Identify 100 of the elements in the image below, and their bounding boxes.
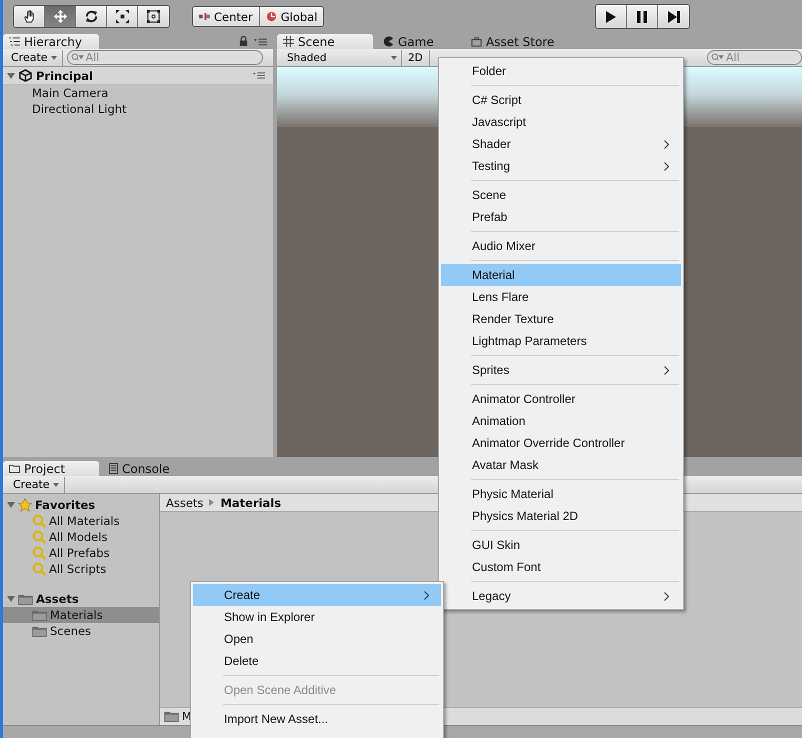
hand-icon [22,9,36,24]
menu-item[interactable]: Testing [441,155,681,177]
tree-item[interactable]: All Models [3,529,159,545]
pivot-icon [199,12,210,21]
menu-item[interactable]: Legacy [441,585,681,607]
menu-item[interactable]: Javascript [441,111,681,133]
shading-dropdown[interactable]: Shaded [277,50,402,66]
search-field[interactable]: All [66,50,263,65]
menu-item[interactable]: Animator Controller [441,388,681,410]
breadcrumb-item[interactable]: Materials [220,496,282,510]
step-icon [666,10,681,24]
chevron-right-icon [664,162,669,170]
search-icon [32,514,46,528]
menu-item[interactable]: C# Script [441,89,681,111]
pause-icon [636,10,648,24]
lock-icon[interactable] [239,36,248,46]
tree-item[interactable]: Materials [3,607,159,623]
menu-item[interactable]: Material [441,264,681,286]
chevron-right-icon [664,592,669,600]
folder-icon [164,711,179,722]
menu-icon[interactable] [254,38,267,46]
hierarchy-item[interactable]: Directional Light [3,101,273,117]
caret-icon [391,56,397,60]
folder-icon [9,464,20,473]
menu-item[interactable]: Custom Font [441,556,681,578]
chevron-right-icon [664,366,669,374]
menu-item[interactable]: Folder [441,60,681,82]
step-button[interactable] [658,5,690,28]
search-icon [32,546,46,560]
pause-button[interactable] [627,5,658,28]
rotate-tool-button[interactable] [76,6,107,27]
project-tab[interactable]: Project [3,461,99,476]
tree-item[interactable]: All Materials [3,513,159,529]
hierarchy-tab[interactable]: Hierarchy [3,34,99,49]
game-tab[interactable]: Game [375,34,461,49]
menu-item[interactable]: Render Texture [441,308,681,330]
expand-arrow-icon[interactable] [7,72,15,80]
menu-item[interactable]: GUI Skin [441,534,681,556]
play-icon [605,10,618,24]
unity-scene-icon [19,69,32,82]
folder-icon [32,610,47,620]
breadcrumb-item[interactable]: Assets [166,496,204,510]
rect-tool-button[interactable] [138,6,169,27]
search-icon [32,562,46,576]
menu-icon[interactable] [253,72,265,79]
tree-item[interactable]: All Prefabs [3,545,159,561]
menu-item[interactable]: Lightmap Parameters [441,330,681,352]
bag-icon [471,36,482,47]
pivot-toggle-button[interactable]: Center [193,7,260,26]
create-dropdown[interactable]: Create [9,476,65,492]
folder-icon [32,626,47,636]
tree-item[interactable]: All Scripts [3,561,159,577]
menu-item[interactable]: Physic Material [441,483,681,505]
tree-group-label[interactable]: Assets [36,592,79,606]
menu-item[interactable]: Sprites [441,359,681,381]
menu-item[interactable]: Physics Material 2D [441,505,681,527]
scene-name[interactable]: Principal [36,68,93,82]
move-arrows-icon [52,9,68,24]
console-tab[interactable]: Console [101,461,187,476]
store-tab[interactable]: Asset Store [463,34,562,49]
rotate-icon [84,9,98,24]
arrow-icon [209,499,214,506]
caret-icon [50,56,57,60]
global-toggle-button[interactable]: Global [260,7,324,26]
scene-tab[interactable]: Scene [277,34,373,49]
2d-toggle-button[interactable]: 2D [402,50,430,66]
menu-item[interactable]: Import New Asset... [193,708,441,730]
expand-arrow-icon[interactable] [7,501,15,509]
menu-item[interactable]: Audio Mixer [441,235,681,257]
scale-icon [114,9,130,24]
move-tool-button[interactable] [45,6,76,27]
list-icon [9,37,20,46]
menu-item[interactable]: Prefab [441,206,681,228]
tree-group-label[interactable]: Favorites [35,498,96,512]
hand-tool-button[interactable] [14,6,45,27]
document-icon [109,463,118,474]
tree-item[interactable]: Scenes [3,623,159,639]
menu-item[interactable]: Delete [193,650,441,672]
caret-icon [52,482,59,486]
expand-arrow-icon[interactable] [7,595,15,603]
menu-item[interactable]: Avatar Mask [441,454,681,476]
menu-item[interactable]: Lens Flare [441,286,681,308]
menu-item[interactable]: Animation [441,410,681,432]
chevron-right-icon [424,590,429,600]
menu-item[interactable]: Show in Explorer [193,606,441,628]
create-dropdown[interactable]: Create [7,50,63,66]
play-button[interactable] [596,5,628,28]
menu-item[interactable]: Animator Override Controller [441,432,681,454]
pacman-icon [383,36,394,47]
rect-tool-icon [146,9,161,24]
menu-item[interactable]: Create [193,584,441,606]
menu-item[interactable]: Shader [441,133,681,155]
scale-tool-button[interactable] [107,6,138,27]
menu-item[interactable]: Scene [441,184,681,206]
search-field[interactable]: All [707,50,802,65]
star-icon [18,498,32,512]
hierarchy-item[interactable]: Main Camera [3,85,273,101]
search-icon [32,530,46,544]
grid-icon [283,36,294,47]
menu-item[interactable]: Open [193,628,441,650]
